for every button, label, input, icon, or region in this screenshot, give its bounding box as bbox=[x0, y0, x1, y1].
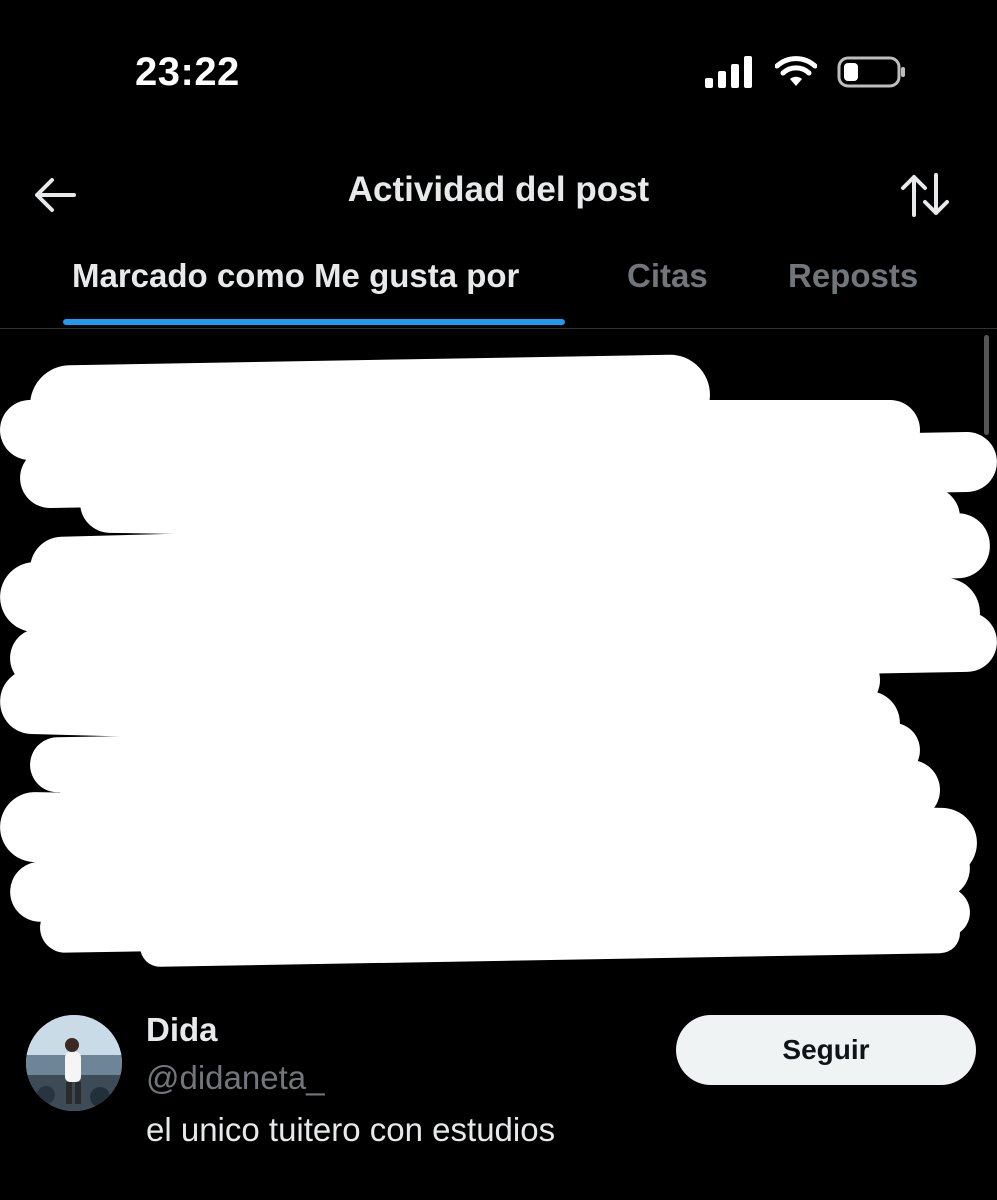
user-display-name[interactable]: Dida bbox=[146, 1011, 218, 1049]
user-list-item[interactable]: Dida @didaneta_ el unico tuitero con est… bbox=[0, 1005, 997, 1165]
sort-button[interactable] bbox=[898, 168, 952, 222]
wifi-icon bbox=[775, 56, 817, 86]
tab-likes[interactable]: Marcado como Me gusta por bbox=[72, 257, 519, 295]
tab-quotes[interactable]: Citas bbox=[627, 257, 708, 295]
user-handle: @didaneta_ bbox=[146, 1059, 325, 1096]
follow-button[interactable]: Seguir bbox=[676, 1015, 976, 1085]
tab-bar: Marcado como Me gusta por Citas Reposts bbox=[0, 245, 997, 329]
status-time: 23:22 bbox=[135, 50, 240, 94]
user-bio: el unico tuitero con estudios bbox=[146, 1111, 556, 1148]
page-title: Actividad del post bbox=[347, 170, 650, 209]
sort-arrows-icon bbox=[901, 173, 949, 217]
battery-icon bbox=[837, 56, 905, 88]
page-header: Actividad del post bbox=[0, 150, 997, 240]
status-icons bbox=[705, 55, 907, 89]
status-bar: 23:22 bbox=[0, 0, 997, 150]
avatar[interactable] bbox=[26, 1015, 122, 1111]
redacted-content bbox=[0, 330, 997, 980]
signal-icon bbox=[705, 56, 752, 88]
tab-reposts[interactable]: Reposts bbox=[788, 257, 918, 295]
active-tab-indicator bbox=[63, 319, 565, 325]
